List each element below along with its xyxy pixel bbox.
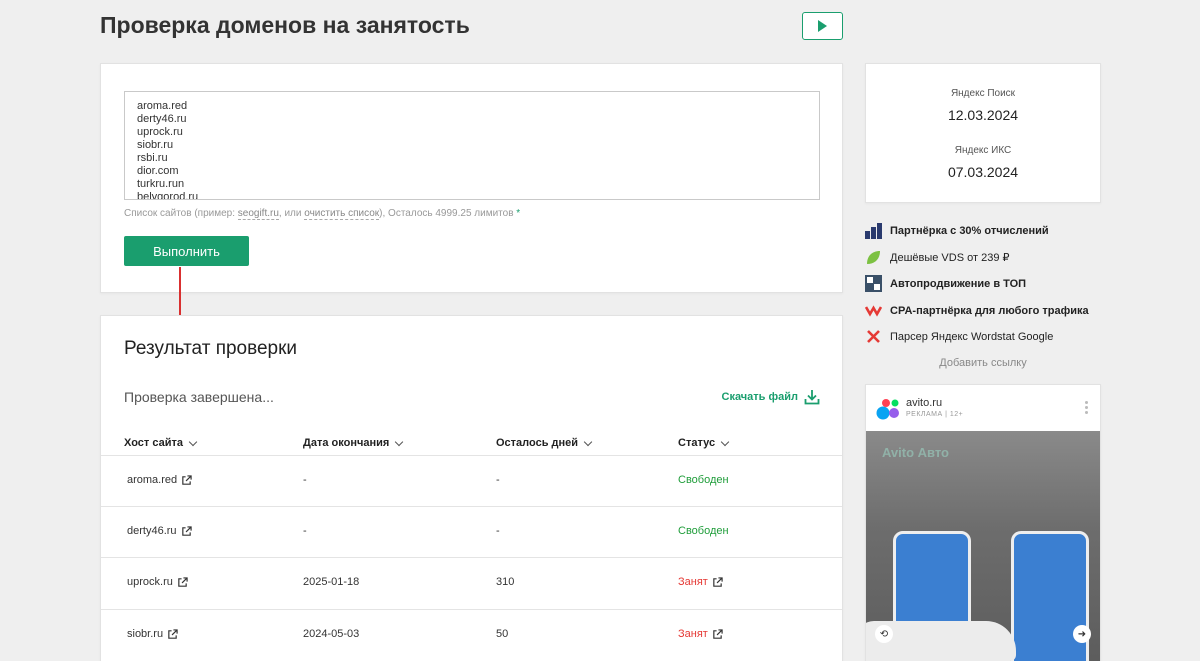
yandex-search-date: 12.03.2024 [947, 107, 1019, 123]
promo-link-vds[interactable]: Дешёвые VDS от 239 ₽ [865, 249, 1010, 266]
avito-logo-icon [876, 399, 899, 420]
promo-link-parser[interactable]: Парсер Яндекс Wordstat Google [865, 328, 1053, 345]
end-date-cell: 2024-05-03 [303, 628, 360, 640]
domain-line: aroma.red [137, 100, 188, 112]
table-row: uprock.ru 2025-01-18 310 Занят [101, 557, 842, 608]
chevron-down-icon [188, 437, 198, 446]
domains-textarea[interactable]: aroma.red derty46.ru uprock.ru siobr.ru … [124, 91, 820, 200]
sape-logo-icon [865, 275, 882, 292]
domain-line: uprock.ru [137, 126, 183, 138]
chevron-down-icon [583, 437, 593, 446]
ad-image[interactable]: Avito Авто ⟲ ➜ [866, 431, 1100, 661]
results-title: Результат проверки [124, 338, 298, 359]
domain-line: rsbi.ru [137, 152, 168, 164]
results-card: Результат проверки Проверка завершена...… [100, 315, 843, 661]
domain-line: dior.com [137, 165, 179, 177]
host-link[interactable]: aroma.red [127, 474, 192, 486]
ad-prev-button[interactable]: ⟲ [875, 625, 893, 643]
domain-line: turkru.run [137, 178, 185, 190]
page-title: Проверка доменов на занятость [100, 12, 470, 38]
domain-line: belygorod.ru [137, 191, 199, 200]
days-left-cell: - [496, 525, 500, 537]
promo-link-cpa[interactable]: CPA-партнёрка для любого трафика [865, 302, 1089, 319]
play-icon [818, 20, 827, 32]
yandex-iks-date: 07.03.2024 [947, 164, 1019, 180]
run-button[interactable]: Выполнить [124, 236, 249, 266]
host-link[interactable]: siobr.ru [127, 628, 178, 640]
download-icon [804, 390, 820, 405]
column-status[interactable]: Статус [678, 437, 730, 449]
ad-brand-text: Avito Авто [882, 445, 949, 460]
example-link[interactable]: seogift.ru [237, 208, 279, 220]
column-days-left[interactable]: Осталось дней [496, 437, 593, 449]
play-button[interactable] [802, 12, 843, 40]
ad-advertiser: avito.ru [906, 397, 943, 409]
end-date-cell: 2025-01-18 [303, 576, 360, 588]
input-hint: Список сайтов (пример: seogift.ru, или о… [124, 208, 521, 220]
yandex-iks-label: Яндекс ИКС [954, 145, 1012, 156]
promo-link-partner[interactable]: Партнёрка с 30% отчислений [865, 222, 1049, 239]
column-end-date[interactable]: Дата окончания [303, 437, 404, 449]
table-row: siobr.ru 2024-05-03 50 Занят [101, 609, 842, 660]
chevron-down-icon [720, 437, 730, 446]
external-link-icon [181, 525, 192, 536]
column-host[interactable]: Хост сайта [124, 437, 198, 449]
table-header: Хост сайта Дата окончания Осталось дней … [101, 432, 842, 456]
external-link-icon [713, 576, 723, 587]
status-busy-link[interactable]: Занят [678, 576, 723, 588]
status-busy-link[interactable]: Занят [678, 628, 723, 640]
status-free: Свободен [678, 525, 729, 537]
ad-card[interactable]: avito.ru РЕКЛАМА | 12+ Avito Авто ⟲ ➜ [865, 384, 1101, 661]
download-file-button[interactable]: Скачать файл [722, 389, 821, 405]
domain-line: siobr.ru [137, 139, 174, 151]
status-free: Свободен [678, 474, 729, 486]
ad-next-button[interactable]: ➜ [1073, 625, 1091, 643]
clear-list-link[interactable]: очистить список [304, 208, 380, 220]
external-link-icon [713, 628, 723, 639]
days-left-cell: 310 [496, 576, 515, 588]
promo-link-autopromo[interactable]: Автопродвижение в ТОП [865, 275, 1026, 292]
add-link[interactable]: Добавить ссылку [865, 357, 1101, 369]
yandex-dates-card: Яндекс Поиск 12.03.2024 Яндекс ИКС 07.03… [865, 63, 1101, 203]
domains-input-card: aroma.red derty46.ru uprock.ru siobr.ru … [100, 63, 843, 293]
more-vertical-icon[interactable] [1085, 401, 1088, 416]
leaf-logo-icon [865, 249, 882, 266]
grid-logo-icon [865, 222, 882, 239]
table-row: aroma.red - - Свободен [101, 455, 842, 506]
external-link-icon [168, 628, 178, 639]
host-link[interactable]: uprock.ru [127, 576, 188, 588]
yandex-search-label: Яндекс Поиск [950, 88, 1016, 99]
end-date-cell: - [303, 525, 307, 537]
days-left-cell: 50 [496, 628, 509, 640]
external-link-icon [178, 576, 188, 587]
host-link[interactable]: derty46.ru [127, 525, 192, 537]
end-date-cell: - [303, 474, 307, 486]
ad-label: РЕКЛАМА | 12+ [906, 411, 964, 418]
check-status: Проверка завершена... [124, 389, 274, 405]
chevron-logo-icon [865, 302, 882, 319]
external-link-icon [182, 474, 192, 485]
days-left-cell: - [496, 474, 500, 486]
x-logo-icon [865, 328, 882, 345]
chevron-down-icon [395, 437, 404, 446]
table-row: derty46.ru - - Свободен [101, 506, 842, 557]
domain-line: derty46.ru [137, 113, 187, 125]
